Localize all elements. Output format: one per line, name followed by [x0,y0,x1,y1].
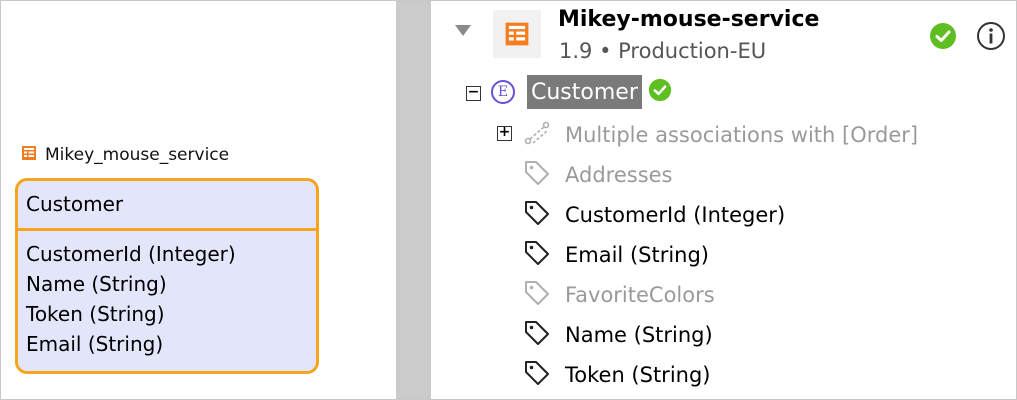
data-hub-panel: Mikey-mouse-service 1.9 • Production-EU … [431,1,1015,399]
domain-model-canvas[interactable]: Mikey_mouse_service Customer CustomerId … [1,1,396,399]
data-service-icon [21,145,37,165]
expand-toggle-icon[interactable]: + [497,125,512,141]
entity-attribute-list: CustomerId (Integer) Name (String) Token… [18,231,316,359]
panel-splitter[interactable] [396,1,431,399]
tree-item-attribute[interactable]: Addresses [523,159,673,191]
entity-attribute[interactable]: Name (String) [26,269,316,299]
tag-icon [523,159,551,191]
entity-title: Customer [18,181,316,231]
entity-name-selected[interactable]: Customer [527,75,642,109]
tree-item-attribute[interactable]: Token (String) [523,359,710,391]
tag-icon [523,319,551,351]
association-icon [523,119,551,151]
info-icon[interactable] [976,21,1006,55]
collapse-toggle-icon[interactable]: − [466,85,481,101]
tree-item-label: FavoriteColors [565,283,715,307]
diagram-service-header: Mikey_mouse_service [21,145,229,165]
service-version-environment: 1.9 • Production-EU [559,39,767,63]
tree-item-label: CustomerId (Integer) [565,203,786,227]
tree-item-attribute[interactable]: CustomerId (Integer) [523,199,785,231]
tree-item-label: Addresses [565,163,673,187]
entity-badge-icon: E [491,80,515,104]
tree-item-attribute[interactable]: Name (String) [523,319,713,351]
entity-attribute[interactable]: Email (String) [26,329,316,359]
tree-item-attribute[interactable]: FavoriteColors [523,279,715,311]
check-circle-icon [929,22,957,54]
entity-attribute[interactable]: CustomerId (Integer) [26,239,316,269]
tree-item-label: Multiple associations with [Order] [565,123,919,147]
tree-item-associations[interactable]: Multiple associations with [Order] [523,119,918,151]
tree-entity-row[interactable]: E Customer [491,75,672,109]
tree-item-label: Email (String) [565,243,709,267]
data-service-icon [493,10,541,58]
tree-item-attribute[interactable]: Email (String) [523,239,709,271]
tag-icon [523,199,551,231]
tree-item-label: Token (String) [565,363,711,387]
diagram-service-label: Mikey_mouse_service [45,145,230,165]
service-name: Mikey-mouse-service [558,7,820,32]
tag-icon [523,279,551,311]
collapse-triangle-icon[interactable] [455,25,471,36]
entity-attribute[interactable]: Token (String) [26,299,316,329]
tag-icon [523,359,551,391]
check-circle-icon [648,78,672,106]
tree-item-label: Name (String) [565,323,713,347]
tag-icon [523,239,551,271]
entity-box-customer[interactable]: Customer CustomerId (Integer) Name (Stri… [15,178,319,374]
